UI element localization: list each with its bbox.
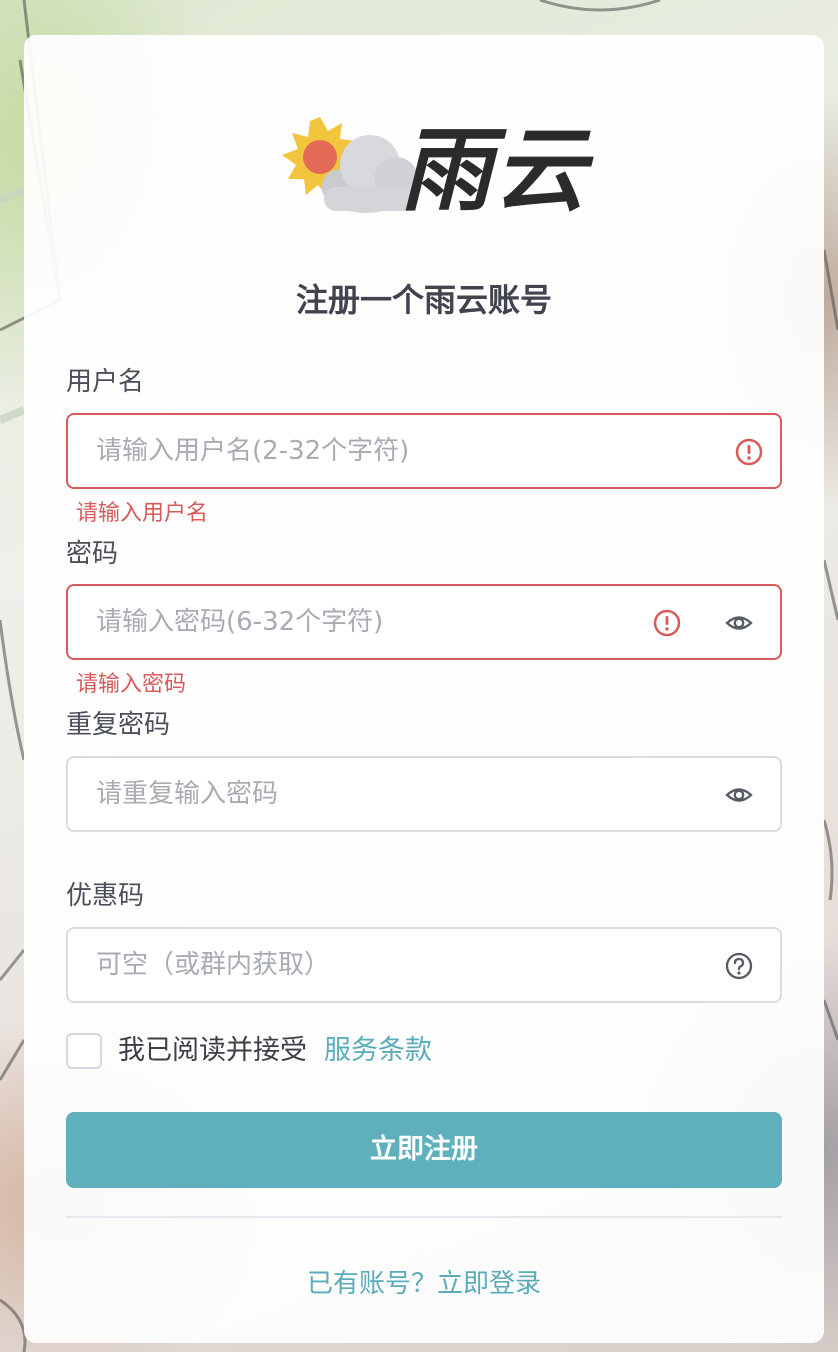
confirm-password-field [66,756,782,832]
coupon-field [66,927,782,1003]
register-card: 雨云 注册一个雨云账号 用户名 请输入用户名 密码 请输入密码 重复密码 [24,35,824,1343]
password-error: 请输入密码 [76,672,187,697]
eye-icon[interactable] [724,608,754,638]
username-field [66,413,782,489]
password-field [66,584,782,660]
divider [66,1216,782,1218]
username-error: 请输入用户名 [76,501,209,526]
confirm-password-label: 重复密码 [66,710,171,740]
error-circle-icon [735,438,763,466]
page-title: 注册一个雨云账号 [295,281,552,319]
coupon-label: 优惠码 [66,881,145,911]
brand-name: 雨云 [400,117,589,224]
confirm-password-input[interactable] [96,758,636,830]
terms-link[interactable]: 服务条款 [324,1033,432,1069]
error-circle-icon [653,609,681,637]
coupon-input[interactable] [96,929,636,1001]
agreement-checkbox[interactable] [66,1033,102,1069]
password-input[interactable] [96,586,636,658]
question-circle-icon[interactable] [724,951,754,981]
eye-icon[interactable] [724,780,754,810]
username-label: 用户名 [66,367,145,397]
register-button[interactable]: 立即注册 [66,1112,782,1188]
agreement-text: 我已阅读并接受 [118,1035,307,1066]
username-input[interactable] [96,415,636,487]
password-label: 密码 [66,539,119,569]
login-link[interactable]: 已有账号？立即登录 [24,1263,824,1300]
